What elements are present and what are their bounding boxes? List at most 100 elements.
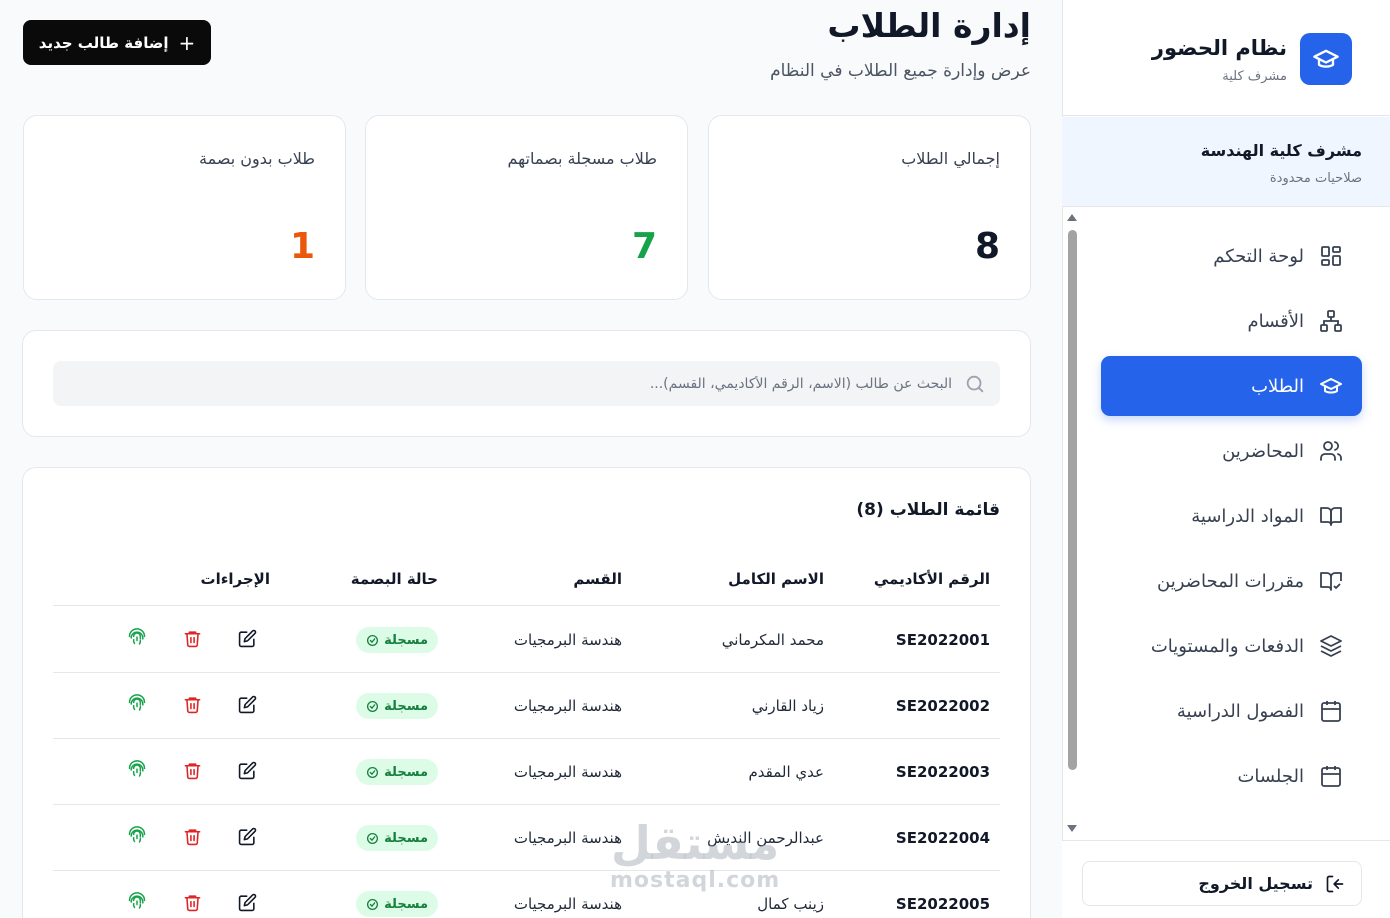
fingerprint-icon[interactable] [126, 759, 148, 781]
stat-label: طلاب مسجلة بصماتهم [507, 149, 658, 168]
delete-icon[interactable] [181, 825, 203, 847]
status-badge: مسجلة [356, 891, 438, 917]
stat-label: إجمالي الطلاب [901, 149, 1000, 168]
department: هندسة البرمجيات [513, 697, 622, 715]
table-row: SE2022005 زينب كمال هندسة البرمجيات مسجلة [53, 871, 1000, 918]
scroll-thumb[interactable] [1068, 230, 1077, 770]
table-title: قائمة الطلاب (8) [856, 500, 1000, 520]
role-title: مشرف كلية الهندسة [1200, 141, 1362, 160]
status-badge: مسجلة [356, 825, 438, 851]
academic-id: SE2022005 [895, 895, 990, 913]
search-icon [964, 373, 986, 395]
search-box[interactable] [53, 361, 1000, 406]
sidebar-item-label: الأقسام [1247, 310, 1304, 332]
status-badge: مسجلة [356, 627, 438, 653]
logout-button[interactable]: تسجيل الخروج [1082, 861, 1362, 906]
table-row: SE2022004 عبدالرحمن النديش هندسة البرمجيات… [53, 805, 1000, 871]
status-label: مسجلة [384, 698, 428, 714]
search-card [22, 330, 1031, 437]
fingerprint-icon[interactable] [126, 627, 148, 649]
delete-icon[interactable] [181, 627, 203, 649]
search-input[interactable] [72, 375, 952, 392]
sidebar-item-label: لوحة التحكم [1213, 245, 1304, 267]
users-icon [1318, 438, 1344, 464]
stat-value: 8 [974, 226, 1000, 267]
department: هندسة البرمجيات [513, 631, 622, 649]
graduation-cap-icon [1300, 33, 1352, 85]
logout-label: تسجيل الخروج [1198, 874, 1313, 893]
table-row: SE2022003 عدي المقدم هندسة البرمجيات مسجلة [53, 739, 1000, 805]
sidebar-item-dashboard[interactable]: لوحة التحكم [1101, 226, 1362, 286]
book-open-icon [1318, 503, 1344, 529]
sidebar-item-label: المواد الدراسية [1191, 505, 1304, 527]
sidebar-item-label: المحاضرين [1222, 440, 1304, 462]
student-name: زياد القارني [751, 697, 824, 715]
sidebar-item-lecturer-courses[interactable]: مقررات المحاضرين [1101, 551, 1362, 611]
stat-label: طلاب بدون بصمة [199, 149, 315, 168]
main-content: إدارة الطلاب عرض وإدارة جميع الطلاب في ا… [0, 0, 1062, 918]
edit-icon[interactable] [236, 891, 258, 913]
sidebar-item-batches[interactable]: الدفعات والمستويات [1101, 616, 1362, 676]
fingerprint-icon[interactable] [126, 891, 148, 913]
sidebar-item-label: مقررات المحاضرين [1157, 570, 1304, 592]
status-label: مسجلة [384, 896, 428, 912]
edit-icon[interactable] [236, 825, 258, 847]
sidebar-item-label: الطلاب [1251, 375, 1304, 397]
sidebar-item-sessions[interactable]: الجلسات [1101, 746, 1362, 806]
students-table-card: قائمة الطلاب (8) الرقم الأكاديمي الاسم ا… [22, 467, 1031, 918]
delete-icon[interactable] [181, 891, 203, 913]
brand-title: نظام الحضور [1151, 36, 1287, 60]
scroll-up-arrow-icon[interactable] [1067, 214, 1077, 221]
calendar-icon [1318, 763, 1344, 789]
check-circle-icon [366, 634, 379, 647]
add-student-button[interactable]: + إضافة طالب جديد [23, 20, 211, 65]
plus-icon: + [178, 30, 196, 55]
sidebar-item-departments[interactable]: الأقسام [1101, 291, 1362, 351]
fingerprint-icon[interactable] [126, 825, 148, 847]
dashboard-icon [1318, 243, 1344, 269]
academic-id: SE2022002 [895, 697, 990, 715]
stat-card-total: إجمالي الطلاب 8 [708, 115, 1031, 300]
sitemap-icon [1318, 308, 1344, 334]
brand: نظام الحضور مشرف كلية [1062, 0, 1390, 116]
academic-id: SE2022003 [895, 763, 990, 781]
header-fingerprint-status: حالة البصمة [350, 570, 438, 588]
header-actions: الإجراءات [200, 570, 270, 588]
status-badge: مسجلة [356, 693, 438, 719]
delete-icon[interactable] [181, 693, 203, 715]
brand-subtitle: مشرف كلية [1222, 69, 1287, 84]
stat-value: 1 [289, 226, 315, 267]
book-check-icon [1318, 568, 1344, 594]
table-row: SE2022002 زياد القارني هندسة البرمجيات مسجل… [53, 673, 1000, 739]
edit-icon[interactable] [236, 693, 258, 715]
layers-icon [1318, 633, 1344, 659]
delete-icon[interactable] [181, 759, 203, 781]
student-name: عبدالرحمن النديش [707, 829, 824, 847]
sidebar: نظام الحضور مشرف كلية مشرف كلية الهندسة … [1062, 0, 1390, 918]
calendar-grid-icon [1318, 698, 1344, 724]
academic-id: SE2022004 [895, 829, 990, 847]
scroll-down-arrow-icon[interactable] [1067, 825, 1077, 832]
sidebar-item-label: الدفعات والمستويات [1150, 635, 1304, 657]
status-label: مسجلة [384, 764, 428, 780]
check-circle-icon [366, 700, 379, 713]
sidebar-item-semesters[interactable]: الفصول الدراسية [1101, 681, 1362, 741]
student-name: زينب كمال [757, 895, 824, 913]
fingerprint-icon[interactable] [126, 693, 148, 715]
sidebar-item-lecturers[interactable]: المحاضرين [1101, 421, 1362, 481]
student-name: عدي المقدم [748, 763, 825, 781]
sidebar-item-subjects[interactable]: المواد الدراسية [1101, 486, 1362, 546]
sidebar-item-label: الجلسات [1237, 765, 1304, 787]
edit-icon[interactable] [236, 627, 258, 649]
department: هندسة البرمجيات [513, 763, 622, 781]
sidebar-scrollbar[interactable] [1065, 212, 1079, 836]
sidebar-item-students[interactable]: الطلاب [1101, 356, 1362, 416]
stat-card-registered: طلاب مسجلة بصماتهم 7 [365, 115, 688, 300]
student-name: محمد المكرماني [721, 631, 824, 649]
edit-icon[interactable] [236, 759, 258, 781]
table-header: الرقم الأكاديمي الاسم الكامل القسم حالة … [53, 564, 1000, 606]
status-label: مسجلة [384, 632, 428, 648]
header-full-name: الاسم الكامل [728, 570, 824, 588]
header-academic-id: الرقم الأكاديمي [873, 570, 990, 588]
role-panel: مشرف كلية الهندسة صلاحيات محدودة [1062, 117, 1390, 207]
